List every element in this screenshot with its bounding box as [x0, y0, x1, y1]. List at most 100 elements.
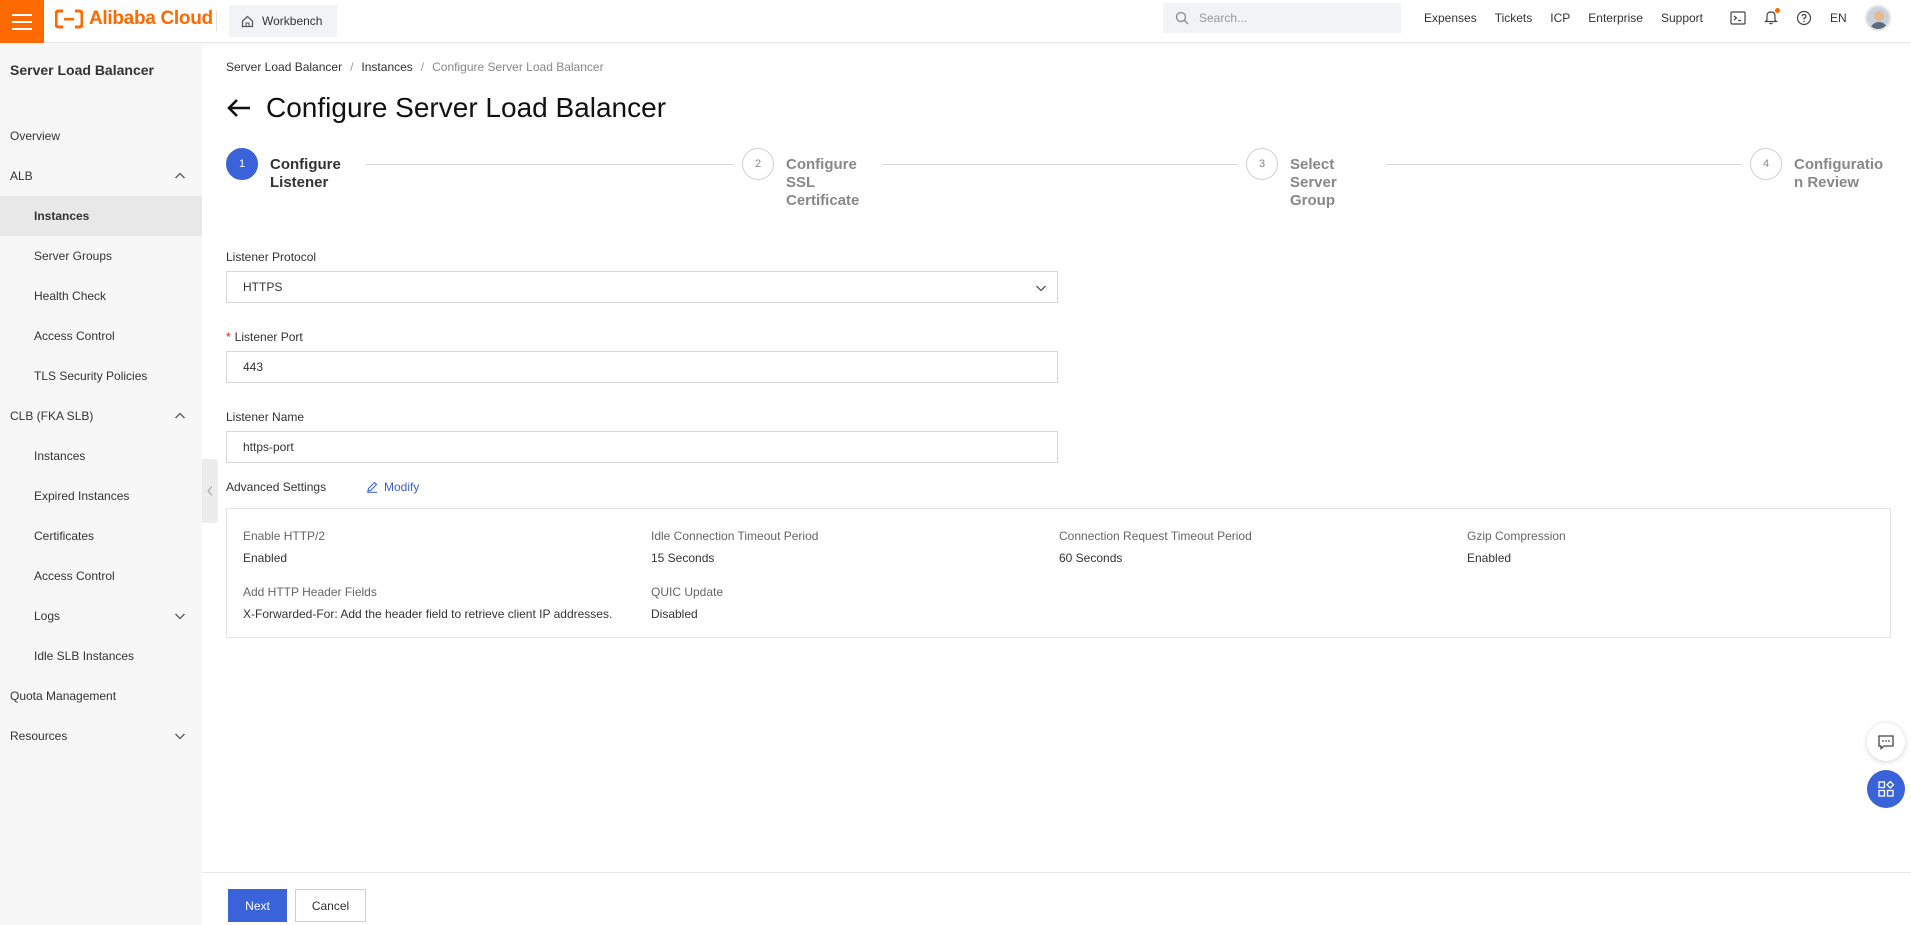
- sidebar-item-label: Instances: [34, 449, 86, 463]
- home-icon: [241, 15, 254, 27]
- sidebar-item-server-groups[interactable]: Server Groups: [0, 236, 202, 276]
- step-4-label: Configuratio n Review: [1794, 156, 1883, 192]
- step-connector: [882, 164, 1238, 165]
- step-label-line: n Review: [1794, 174, 1860, 191]
- advanced-settings-panel: Enable HTTP/2 Enabled Idle Connection Ti…: [226, 508, 1891, 638]
- support-link[interactable]: Support: [1661, 11, 1703, 25]
- chat-button[interactable]: [1867, 723, 1905, 761]
- chevron-down-icon: [175, 613, 185, 620]
- alibaba-logo-icon: [55, 9, 83, 29]
- sidebar-item-tls-security-policies[interactable]: TLS Security Policies: [0, 356, 202, 396]
- listener-protocol-select[interactable]: HTTPS: [226, 271, 1058, 303]
- workbench-label: Workbench: [262, 14, 323, 28]
- field-value: Enabled: [243, 551, 288, 565]
- quic-update-field: QUIC Update Disabled: [651, 585, 723, 621]
- sidebar: Server Load Balancer Overview ALB Instan…: [0, 44, 202, 925]
- listener-port-value: 443: [243, 360, 264, 374]
- sidebar-item-access-control[interactable]: Access Control: [0, 316, 202, 356]
- step-label-line: Configure: [786, 156, 857, 173]
- language-switch[interactable]: EN: [1830, 11, 1847, 25]
- help-icon[interactable]: [1796, 10, 1812, 26]
- step-label-line: Group: [1290, 192, 1335, 209]
- sidebar-item-quota-management[interactable]: Quota Management: [0, 676, 202, 716]
- listener-port-label: * Listener Port: [226, 330, 303, 344]
- sidebar-item-clb-instances[interactable]: Instances: [0, 436, 202, 476]
- chevron-down-icon: [175, 733, 185, 740]
- step-connector: [366, 164, 734, 165]
- sidebar-item-clb[interactable]: CLB (FKA SLB): [0, 396, 202, 436]
- step-label-line: Configure: [270, 156, 341, 173]
- step-2-number: 2: [742, 148, 774, 180]
- search-input[interactable]: Search...: [1163, 3, 1401, 33]
- step-label-line: Server: [1290, 174, 1337, 191]
- sidebar-item-label: Quota Management: [10, 689, 117, 703]
- advanced-settings-label: Advanced Settings: [226, 480, 327, 494]
- user-avatar[interactable]: [1864, 5, 1891, 31]
- breadcrumb-item[interactable]: Instances: [361, 60, 412, 74]
- step-1-label: Configure Listener: [270, 156, 341, 192]
- step-1-number: 1: [226, 148, 258, 180]
- logo-text: Alibaba Cloud: [89, 8, 213, 29]
- notification-bell[interactable]: [1764, 7, 1780, 28]
- listener-protocol-value: HTTPS: [243, 280, 283, 294]
- apps-button[interactable]: [1867, 770, 1905, 808]
- step-3-number: 3: [1246, 148, 1278, 180]
- breadcrumb-separator: /: [420, 60, 425, 74]
- sidebar-item-expired-instances[interactable]: Expired Instances: [0, 476, 202, 516]
- step-indicator: 1 Configure Listener 2 Configure SSL Cer…: [226, 148, 1906, 218]
- terminal-icon[interactable]: [1730, 11, 1746, 25]
- field-key: Idle Connection Timeout Period: [651, 529, 819, 543]
- step-3-label: Select Server Group: [1290, 156, 1337, 210]
- sidebar-item-alb-instances[interactable]: Instances: [0, 196, 202, 236]
- cancel-button[interactable]: Cancel: [295, 889, 366, 922]
- sidebar-item-logs[interactable]: Logs: [0, 596, 202, 636]
- field-value: 15 Seconds: [651, 551, 715, 565]
- sidebar-item-label: Server Groups: [34, 249, 113, 263]
- chevron-up-icon: [175, 412, 185, 419]
- sidebar-item-resources[interactable]: Resources: [0, 716, 202, 756]
- expenses-link[interactable]: Expenses: [1424, 11, 1477, 25]
- tickets-link[interactable]: Tickets: [1495, 11, 1533, 25]
- breadcrumb-separator: /: [350, 60, 354, 74]
- back-arrow-icon[interactable]: [226, 97, 252, 119]
- field-key: Connection Request Timeout Period: [1059, 529, 1252, 543]
- required-marker: *: [226, 330, 231, 344]
- modify-button[interactable]: Modify: [366, 480, 419, 494]
- field-key: Gzip Compression: [1467, 529, 1566, 543]
- sidebar-item-certificates[interactable]: Certificates: [0, 516, 202, 556]
- top-links: Expenses Tickets ICP Enterprise Support: [1424, 0, 1721, 36]
- icp-link[interactable]: ICP: [1550, 11, 1570, 25]
- http2-field: Enable HTTP/2 Enabled: [243, 529, 325, 565]
- top-icons: EN: [1730, 0, 1891, 36]
- chat-icon: [1878, 735, 1894, 750]
- breadcrumb: Server Load Balancer / Instances / Confi…: [226, 60, 604, 74]
- listener-name-input[interactable]: https-port: [226, 431, 1058, 463]
- listener-name-label: Listener Name: [226, 410, 305, 424]
- main-content: Server Load Balancer / Instances / Confi…: [202, 44, 1911, 925]
- step-2-label: Configure SSL Certificate: [786, 156, 859, 210]
- field-key: Add HTTP Header Fields: [243, 585, 377, 599]
- sidebar-item-idle-slb-instances[interactable]: Idle SLB Instances: [0, 636, 202, 676]
- breadcrumb-current: Configure Server Load Balancer: [432, 60, 604, 74]
- sidebar-item-overview[interactable]: Overview: [0, 116, 202, 156]
- enterprise-link[interactable]: Enterprise: [1588, 11, 1643, 25]
- field-key: Enable HTTP/2: [243, 529, 326, 543]
- advanced-settings-row: Advanced Settings Modify: [226, 480, 419, 494]
- chevron-up-icon: [175, 172, 185, 179]
- top-navigation-bar: Alibaba Cloud Workbench Search... Expens…: [0, 0, 1911, 43]
- breadcrumb-item[interactable]: Server Load Balancer: [226, 60, 342, 74]
- sidebar-item-alb[interactable]: ALB: [0, 156, 202, 196]
- alibaba-cloud-logo[interactable]: Alibaba Cloud: [55, 8, 213, 30]
- menu-icon[interactable]: [0, 0, 44, 43]
- page-header: Configure Server Load Balancer: [226, 92, 666, 124]
- step-label-line: Listener: [270, 174, 329, 191]
- sidebar-item-label: TLS Security Policies: [34, 369, 148, 383]
- sidebar-item-health-check[interactable]: Health Check: [0, 276, 202, 316]
- next-button[interactable]: Next: [228, 889, 287, 922]
- listener-port-input[interactable]: 443: [226, 351, 1058, 383]
- workbench-button[interactable]: Workbench: [229, 5, 337, 37]
- header-fields-field: Add HTTP Header Fields X-Forwarded-For: …: [243, 585, 612, 621]
- footer-actions: Next Cancel: [202, 872, 1911, 925]
- search-placeholder: Search...: [1199, 11, 1248, 25]
- sidebar-item-clb-access-control[interactable]: Access Control: [0, 556, 202, 596]
